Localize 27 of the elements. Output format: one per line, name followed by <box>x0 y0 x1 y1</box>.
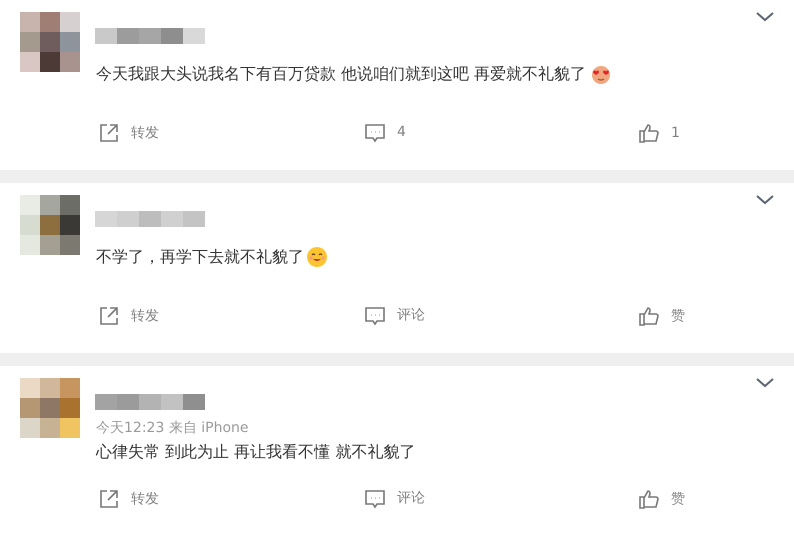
emoji-icon <box>590 63 612 85</box>
repost-button[interactable]: 转发 <box>98 488 159 510</box>
post-meta: 今天12:23 来自 iPhone <box>96 420 250 436</box>
chevron-down-icon[interactable] <box>756 195 774 205</box>
comment-icon <box>364 122 386 142</box>
like-button[interactable]: 赞 <box>638 305 685 327</box>
comment-icon <box>364 306 386 326</box>
comment-button[interactable]: 评论 <box>364 305 425 326</box>
comment-text: 今天我跟大头说我名下有百万贷款 他说咱们就到这吧 再爱就不礼貌了 <box>96 63 586 85</box>
repost-button[interactable]: 转发 <box>98 122 159 144</box>
repost-button[interactable]: 转发 <box>98 305 159 327</box>
thumbs-up-icon <box>638 305 660 327</box>
comment-text: 心律失常 到此为止 再让我看不懂 就不礼貌了 <box>96 441 416 463</box>
like-button[interactable]: 赞 <box>638 488 685 510</box>
smile-emoji-icon <box>306 246 328 268</box>
thumbs-up-icon <box>638 488 660 510</box>
comment-icon <box>364 488 386 508</box>
comment-button[interactable]: 4 <box>364 122 406 143</box>
chevron-down-icon[interactable] <box>756 12 774 22</box>
like-button[interactable]: 1 <box>638 122 680 144</box>
chevron-down-icon[interactable] <box>756 378 774 388</box>
share-icon <box>98 305 120 327</box>
thumbs-up-icon <box>638 122 660 144</box>
share-icon <box>98 488 120 510</box>
comment-button[interactable]: 评论 <box>364 488 425 509</box>
comment-text: 不学了，再学下去就不礼貌了 <box>96 246 304 268</box>
share-icon <box>98 122 120 144</box>
